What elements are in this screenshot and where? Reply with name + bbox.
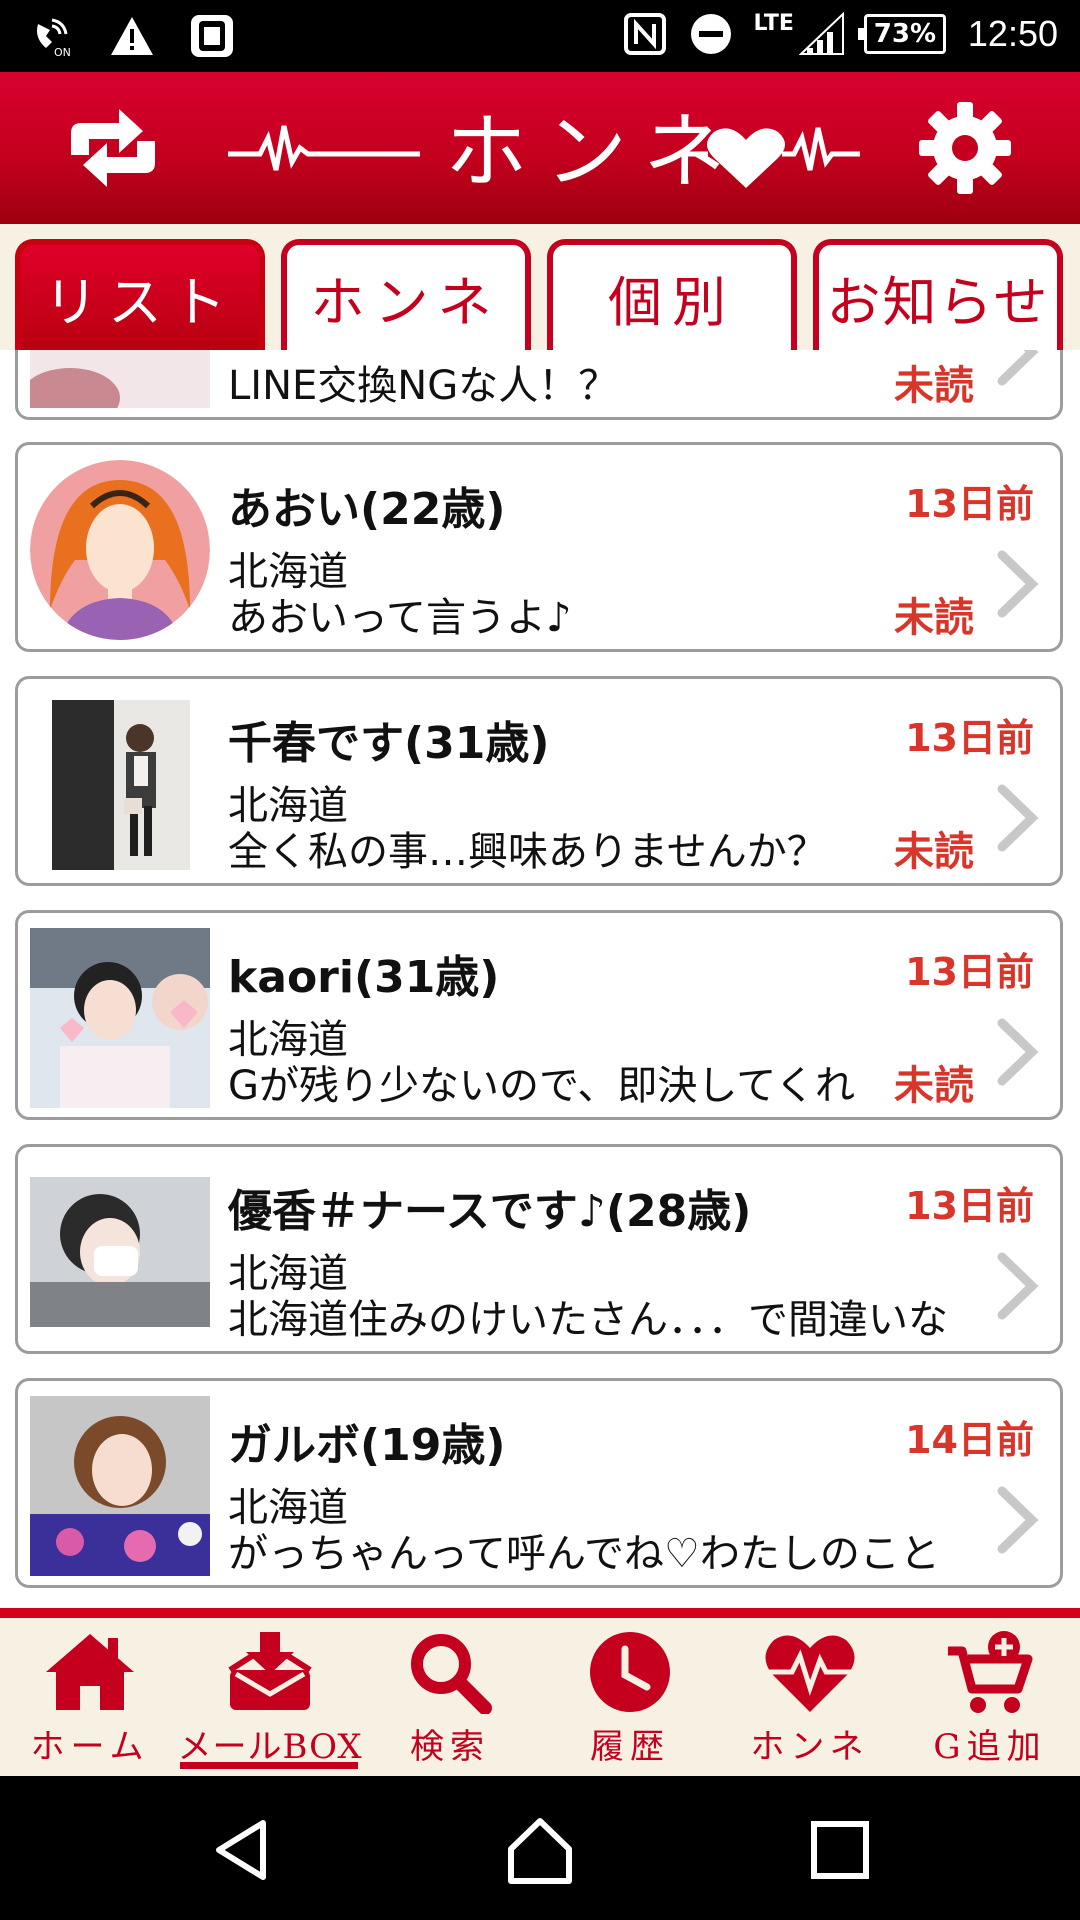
message-card[interactable]: 千春です(31歳) 13日前 北海道 全く私の事…興味ありませんか？ 未読	[15, 676, 1063, 886]
message-preview: がっちゃんって呼んでね♡わたしのこと	[228, 1531, 940, 1577]
unread-badge: 未読	[890, 353, 974, 411]
nav-label: G追加	[933, 1727, 1047, 1767]
message-card[interactable]: あおい(22歳) 13日前 北海道 あおいって言うよ♪ 未読	[15, 442, 1063, 652]
nav-search[interactable]: 検索	[360, 1628, 540, 1768]
status-bar: ON LTE 73% 12:50	[0, 0, 1080, 72]
do-not-disturb-icon	[687, 10, 735, 58]
sender-name: 千春です(31歳)	[228, 718, 550, 769]
tab-label: お知らせ	[826, 271, 1050, 334]
svg-text:ON: ON	[54, 46, 71, 58]
switch-button[interactable]	[55, 90, 171, 206]
sender-name: 優香＃ナースです♪(28歳)	[228, 1186, 752, 1237]
recents-button[interactable]	[792, 1802, 888, 1898]
unread-badge: 未読	[890, 819, 974, 877]
message-list[interactable]: LINE交換NGな人！？ 未読 あおい(22歳) 13日前 北海道 あおいって言…	[0, 350, 1080, 1608]
home-button[interactable]	[492, 1802, 588, 1898]
message-date: 13日前	[905, 950, 1034, 994]
warning-icon	[108, 12, 156, 60]
recents-icon	[811, 1821, 869, 1879]
chevron-right-icon	[997, 1486, 1039, 1554]
chevron-right-icon	[997, 550, 1039, 618]
heart-pulse-icon	[760, 1628, 860, 1715]
sender-name: kaori(31歳)	[228, 952, 500, 1003]
clock: 12:50	[967, 13, 1058, 54]
chevron-right-icon	[997, 1252, 1039, 1320]
tab-list[interactable]: リスト	[15, 239, 265, 350]
avatar	[30, 1396, 210, 1576]
mailbox-icon	[220, 1628, 320, 1715]
sender-name: あおい(22歳)	[228, 484, 506, 535]
back-button[interactable]	[194, 1802, 290, 1898]
message-date: 13日前	[905, 1184, 1034, 1228]
battery-level: 73%	[873, 19, 937, 49]
message-preview: 全く私の事…興味ありませんか？	[228, 829, 827, 875]
back-icon	[216, 1820, 266, 1880]
nfc-icon	[621, 10, 669, 58]
active-nav-indicator	[180, 1762, 358, 1769]
message-preview: LINE交換NGな人！？	[228, 363, 619, 409]
home-outline-icon	[508, 1818, 572, 1884]
tab-individual[interactable]: 個別	[547, 239, 797, 350]
chevron-right-icon	[997, 784, 1039, 852]
nav-home[interactable]: ホーム	[0, 1628, 180, 1768]
nav-label: 履歴	[590, 1727, 670, 1767]
tab-label: ホンネ	[310, 271, 502, 334]
tab-label: 個別	[608, 271, 736, 334]
unread-badge: 未読	[890, 1053, 974, 1111]
tab-bar: リスト ホンネ 個別 お知らせ	[0, 224, 1080, 350]
avatar	[30, 460, 210, 640]
tab-label: リスト	[44, 271, 236, 334]
nav-add-points[interactable]: G追加	[900, 1628, 1080, 1768]
nav-label: 検索	[410, 1727, 490, 1767]
tab-notices[interactable]: お知らせ	[813, 239, 1063, 350]
app-header: ホンネ	[0, 72, 1080, 224]
message-preview: あおいって言うよ♪	[228, 595, 572, 641]
message-card[interactable]: kaori(31歳) 13日前 北海道 Gが残り少ないので、即決してくれ 未読	[15, 910, 1063, 1120]
chevron-right-icon	[997, 1018, 1039, 1086]
nav-honne[interactable]: ホンネ	[720, 1628, 900, 1768]
message-date: 14日前	[905, 1418, 1034, 1462]
message-card[interactable]: 優香＃ナースです♪(28歳) 13日前 北海道 北海道住みのけいたさん．．．で間…	[15, 1144, 1063, 1354]
app-title-logo: ホンネ	[220, 88, 860, 208]
avatar	[30, 928, 210, 1108]
chevron-right-icon	[997, 350, 1039, 386]
message-preview: 北海道住みのけいたさん．．．で間違いな	[228, 1297, 948, 1343]
message-preview: Gが残り少ないので、即決してくれ	[228, 1063, 855, 1109]
settings-button[interactable]	[907, 90, 1023, 206]
system-nav-bar	[0, 1776, 1080, 1920]
history-clock-icon	[580, 1628, 680, 1715]
sender-name: ガルボ(19歳)	[228, 1420, 506, 1471]
wifi-calling-icon: ON	[28, 12, 76, 60]
tab-honne[interactable]: ホンネ	[281, 239, 531, 350]
battery-indicator: 73%	[857, 14, 946, 54]
nav-mailbox[interactable]: メールBOX	[177, 1628, 363, 1768]
lte-label: LTE	[753, 10, 794, 36]
bottom-nav: ホーム メールBOX 検索 履歴 ホンネ G追加	[0, 1618, 1080, 1776]
unread-badge: 未読	[890, 585, 974, 643]
nav-history[interactable]: 履歴	[540, 1628, 720, 1768]
nav-label: ホンネ	[750, 1727, 870, 1767]
nav-label: メールBOX	[177, 1727, 363, 1767]
bottom-nav-divider	[0, 1608, 1080, 1618]
switch-arrows-icon	[71, 109, 155, 187]
avatar	[30, 1162, 210, 1342]
message-date: 13日前	[905, 482, 1034, 526]
gear-icon	[919, 102, 1011, 194]
avatar	[30, 350, 210, 408]
message-date: 13日前	[905, 716, 1034, 760]
avatar	[30, 694, 210, 874]
home-icon	[40, 1628, 140, 1715]
message-card[interactable]: ガルボ(19歳) 14日前 北海道 がっちゃんって呼んでね♡わたしのこと	[15, 1378, 1063, 1588]
search-icon	[400, 1628, 500, 1715]
signal-icon	[798, 10, 846, 58]
message-card-partial[interactable]: LINE交換NGな人！？ 未読	[15, 350, 1063, 420]
app-notification-icon	[188, 12, 236, 60]
nav-label: ホーム	[30, 1727, 150, 1767]
cart-add-icon	[940, 1628, 1040, 1715]
